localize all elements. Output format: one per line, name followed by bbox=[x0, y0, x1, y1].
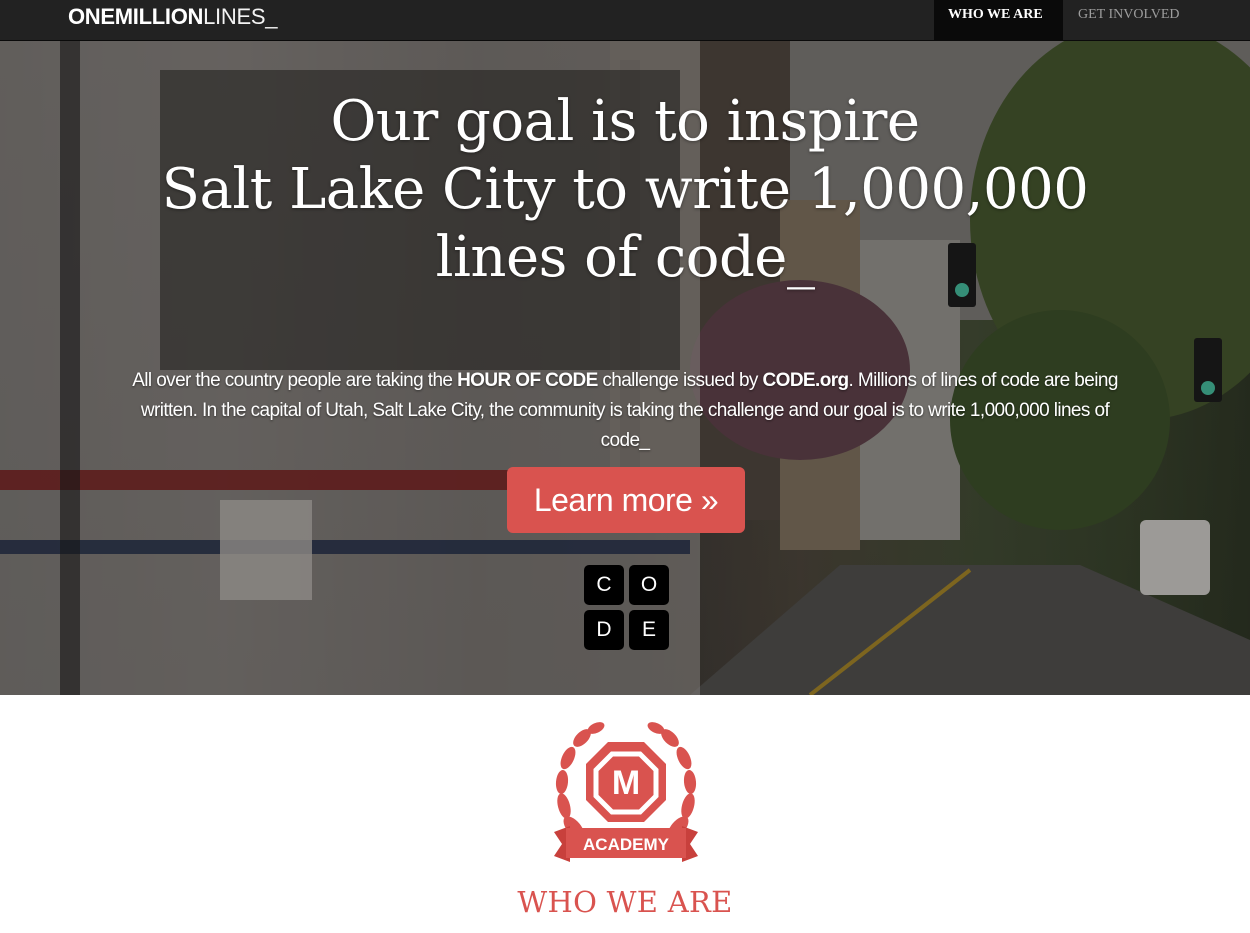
academy-logo-letter: M bbox=[612, 764, 640, 802]
headline-line-3: lines of code_ bbox=[435, 225, 815, 290]
intro-text-1: All over the country people are taking t… bbox=[132, 370, 458, 391]
hero-headline: Our goal is to inspire Salt Lake City to… bbox=[0, 88, 1250, 292]
hero-intro-paragraph: All over the country people are taking t… bbox=[115, 366, 1135, 456]
intro-text-2: challenge issued by bbox=[597, 370, 763, 391]
headline-line-1: Our goal is to inspire bbox=[330, 89, 920, 154]
code-org-logo-icon[interactable]: C O D E bbox=[584, 565, 670, 651]
headline-line-2: Salt Lake City to write 1,000,000 bbox=[161, 157, 1089, 222]
nav-item-get-involved[interactable]: GET INVOLVED bbox=[1064, 0, 1200, 40]
academy-banner-text: ACADEMY bbox=[583, 835, 670, 854]
code-logo-tile: D bbox=[584, 610, 624, 650]
learn-more-button[interactable]: Learn more » bbox=[507, 467, 745, 533]
code-logo-tile: C bbox=[584, 565, 624, 605]
hero-section: Our goal is to inspire Salt Lake City to… bbox=[0, 40, 1250, 695]
brand-bold-text: ONEMILLION bbox=[68, 4, 204, 29]
hour-of-code-text: HOUR OF CODE bbox=[457, 370, 598, 391]
top-navbar: ONEMILLIONLINES_ WHO WE ARE GET INVOLVED bbox=[0, 0, 1250, 41]
laurel-wreath-badge-icon: M ACADEMY bbox=[554, 722, 698, 862]
code-org-text: CODE.org bbox=[762, 370, 850, 391]
brand-light-text: LINES_ bbox=[203, 4, 278, 29]
code-logo-tile: O bbox=[629, 565, 669, 605]
section-title-who-we-are: WHO WE ARE bbox=[517, 885, 733, 919]
code-logo-tile: E bbox=[629, 610, 669, 650]
nav-item-who-we-are[interactable]: WHO WE ARE bbox=[934, 0, 1063, 40]
brand-logo[interactable]: ONEMILLIONLINES_ bbox=[68, 3, 277, 31]
